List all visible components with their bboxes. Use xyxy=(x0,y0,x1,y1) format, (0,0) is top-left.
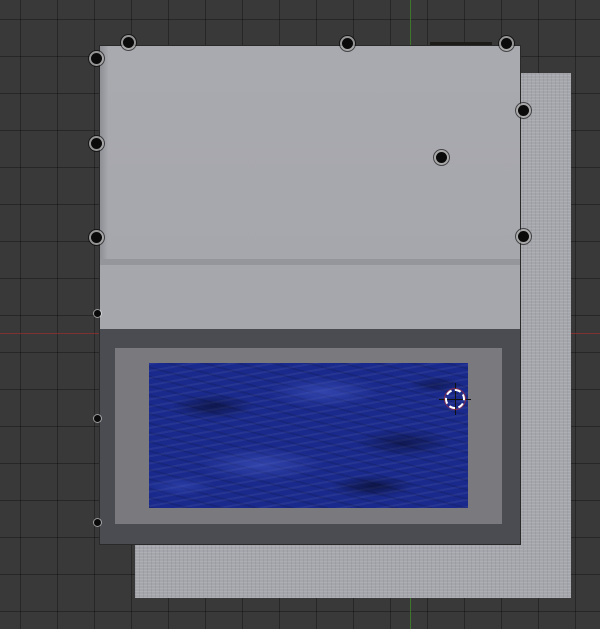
viewport-3d[interactable] xyxy=(0,0,600,629)
vertex-dot-icon[interactable] xyxy=(94,519,101,526)
vertex-dot-icon[interactable] xyxy=(91,53,102,64)
vertex-dot-icon[interactable] xyxy=(94,310,101,317)
pool-top-face[interactable] xyxy=(100,46,520,263)
vertex-dot-icon[interactable] xyxy=(123,37,134,48)
pool-left-bevel xyxy=(100,46,108,263)
pool-inner-rim[interactable] xyxy=(115,348,502,524)
vertex-dot-icon[interactable] xyxy=(342,38,353,49)
vertex-dot-icon[interactable] xyxy=(518,231,529,242)
pool-mesh[interactable] xyxy=(100,46,520,544)
vertex-dot-icon[interactable] xyxy=(91,232,102,243)
water-surface[interactable] xyxy=(149,363,468,508)
vertex-dot-icon[interactable] xyxy=(94,415,101,422)
3d-cursor-ring xyxy=(445,389,465,409)
vertex-dot-icon[interactable] xyxy=(91,138,102,149)
vertex-dot-icon[interactable] xyxy=(436,152,447,163)
vertex-dot-icon[interactable] xyxy=(518,105,529,116)
vertex-dot-icon[interactable] xyxy=(501,38,512,49)
pool-front-face[interactable] xyxy=(100,265,520,329)
